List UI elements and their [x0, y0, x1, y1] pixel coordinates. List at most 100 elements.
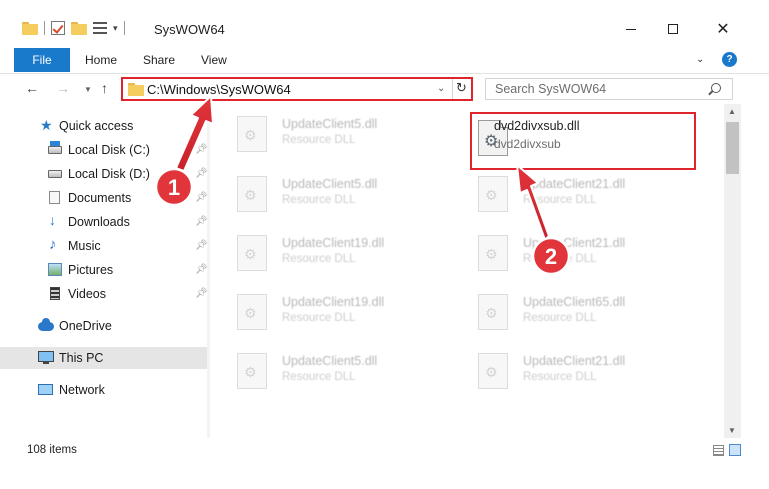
- dll-file-icon: [478, 294, 508, 330]
- list-item[interactable]: UpdateClient65.dll Resource DLL: [478, 294, 708, 346]
- tab-home[interactable]: Home: [85, 53, 117, 67]
- pin-icon[interactable]: 📌︎: [195, 288, 208, 299]
- vertical-scrollbar[interactable]: ▲ ▼: [724, 104, 741, 438]
- help-icon[interactable]: ?: [722, 52, 737, 67]
- folder-icon: [128, 83, 144, 96]
- file-name: UpdateClient19.dll: [282, 295, 385, 309]
- folder-icon[interactable]: [22, 21, 38, 35]
- chevron-down-icon[interactable]: ⌄: [437, 83, 445, 94]
- sidebar-item-local-disk-d[interactable]: Local Disk (D:) 📌︎: [0, 163, 208, 185]
- recent-locations-chevron-icon[interactable]: ▼: [84, 85, 92, 94]
- title-bar: ▾ SysWOW64 ✕: [0, 0, 769, 44]
- address-bar[interactable]: C:\Windows\SysWOW64 ⌄ ↻: [121, 77, 473, 101]
- address-path[interactable]: C:\Windows\SysWOW64: [147, 82, 291, 97]
- pin-icon[interactable]: 📌︎: [195, 216, 208, 227]
- minimize-button[interactable]: [608, 14, 654, 44]
- status-bar: 108 items: [0, 438, 769, 463]
- scroll-down-icon[interactable]: ▼: [728, 426, 736, 435]
- window-title: SysWOW64: [154, 22, 225, 37]
- customize-toolbar-icon[interactable]: [93, 22, 107, 34]
- maximize-button[interactable]: [650, 14, 696, 44]
- file-name: UpdateClient19.dll: [282, 236, 385, 250]
- toolbar-separator: [123, 21, 125, 35]
- file-description: dvd2divxsub: [494, 137, 561, 151]
- list-item[interactable]: UpdateClient5.dll Resource DLL: [237, 176, 467, 228]
- sidebar-item-label: Pictures: [68, 263, 114, 277]
- sidebar-item-quick-access[interactable]: ★ Quick access: [0, 115, 207, 137]
- list-item[interactable]: UpdateClient21.dll Resource DLL: [478, 176, 708, 228]
- list-item[interactable]: UpdateClient5.dll Resource DLL: [237, 116, 467, 168]
- sidebar-item-documents[interactable]: Documents 📌︎: [0, 187, 208, 209]
- file-name: UpdateClient5.dll: [282, 354, 378, 368]
- sidebar-item-music[interactable]: ♪ Music 📌︎: [0, 235, 208, 257]
- tab-share[interactable]: Share: [143, 53, 175, 67]
- sidebar-item-onedrive[interactable]: OneDrive: [0, 315, 207, 337]
- film-icon: [50, 287, 60, 300]
- pin-icon[interactable]: 📌︎: [195, 240, 208, 251]
- pin-icon[interactable]: 📌︎: [195, 264, 208, 275]
- details-view-icon[interactable]: [713, 445, 724, 456]
- quick-access-toolbar: ▾: [22, 21, 125, 35]
- network-icon: [38, 384, 53, 395]
- file-name: UpdateClient21.dll: [523, 236, 626, 250]
- dll-file-icon: [237, 294, 267, 330]
- expand-ribbon-icon[interactable]: ⌄: [696, 54, 704, 65]
- sidebar-item-downloads[interactable]: ↓ Downloads 📌︎: [0, 211, 208, 233]
- list-item[interactable]: UpdateClient19.dll Resource DLL: [237, 235, 467, 287]
- scroll-up-icon[interactable]: ▲: [728, 107, 736, 116]
- dll-file-icon: [237, 235, 267, 271]
- dll-file-icon: [478, 176, 508, 212]
- navigation-bar: ← → ▼ ↑ C:\Windows\SysWOW64 ⌄ ↻ Search S…: [0, 74, 769, 104]
- music-note-icon: ♪: [49, 236, 57, 253]
- search-placeholder: Search SysWOW64: [495, 82, 607, 96]
- file-name: UpdateClient21.dll: [523, 354, 626, 368]
- sidebar-item-pictures[interactable]: Pictures 📌︎: [0, 259, 208, 281]
- file-type: Resource DLL: [523, 371, 597, 383]
- sidebar-item-label: Videos: [68, 287, 106, 301]
- list-item[interactable]: UpdateClient21.dll Resource DLL: [478, 235, 708, 287]
- file-name: UpdateClient65.dll: [523, 295, 626, 309]
- local-disk-icon: [48, 170, 62, 178]
- file-type: Resource DLL: [282, 371, 356, 383]
- list-item[interactable]: UpdateClient19.dll Resource DLL: [237, 294, 467, 346]
- sidebar-item-label: Quick access: [59, 119, 134, 133]
- highlighted-file-item[interactable]: dvd2divxsub.dll dvd2divxsub: [470, 112, 696, 170]
- refresh-icon[interactable]: ↻: [456, 80, 467, 96]
- large-icons-view-icon[interactable]: [729, 444, 741, 456]
- file-type: Resource DLL: [282, 312, 356, 324]
- pin-icon[interactable]: 📌︎: [195, 168, 208, 179]
- sidebar-item-local-disk-c[interactable]: Local Disk (C:) 📌︎: [0, 139, 208, 161]
- list-item[interactable]: UpdateClient5.dll Resource DLL: [237, 353, 467, 405]
- list-item[interactable]: UpdateClient21.dll Resource DLL: [478, 353, 708, 405]
- sidebar-item-label: OneDrive: [59, 319, 112, 333]
- sidebar-item-network[interactable]: Network: [0, 379, 207, 401]
- tab-view[interactable]: View: [201, 53, 227, 67]
- sidebar-item-videos[interactable]: Videos 📌︎: [0, 283, 208, 305]
- scrollbar-thumb[interactable]: [726, 122, 739, 174]
- pin-icon[interactable]: 📌︎: [195, 144, 208, 155]
- new-folder-icon[interactable]: [71, 21, 87, 35]
- pin-icon[interactable]: 📌︎: [195, 192, 208, 203]
- file-list: UpdateClient5.dll Resource DLL UpdateCli…: [210, 104, 724, 438]
- tab-file[interactable]: File: [14, 48, 70, 72]
- item-count: 108 items: [27, 444, 77, 456]
- dll-file-icon: [237, 116, 267, 152]
- search-input[interactable]: Search SysWOW64: [485, 78, 733, 100]
- toolbar-separator: [44, 21, 45, 35]
- close-button[interactable]: ✕: [700, 14, 746, 44]
- address-divider: [452, 79, 453, 99]
- minimize-icon: [626, 28, 636, 30]
- chevron-down-icon[interactable]: ▾: [113, 23, 118, 34]
- up-arrow-icon[interactable]: ↑: [101, 80, 108, 96]
- cloud-icon: [38, 318, 54, 331]
- computer-icon: [38, 351, 54, 364]
- properties-check-icon[interactable]: [51, 21, 65, 35]
- sidebar-item-label: This PC: [59, 351, 104, 365]
- sidebar-item-this-pc[interactable]: This PC: [0, 347, 207, 369]
- sidebar-item-label: Local Disk (D:): [68, 167, 150, 181]
- search-icon[interactable]: [711, 83, 721, 93]
- back-arrow-icon[interactable]: ←: [25, 80, 39, 96]
- maximize-icon: [668, 24, 678, 34]
- forward-arrow-icon[interactable]: →: [56, 80, 70, 96]
- file-name: UpdateClient5.dll: [282, 117, 378, 131]
